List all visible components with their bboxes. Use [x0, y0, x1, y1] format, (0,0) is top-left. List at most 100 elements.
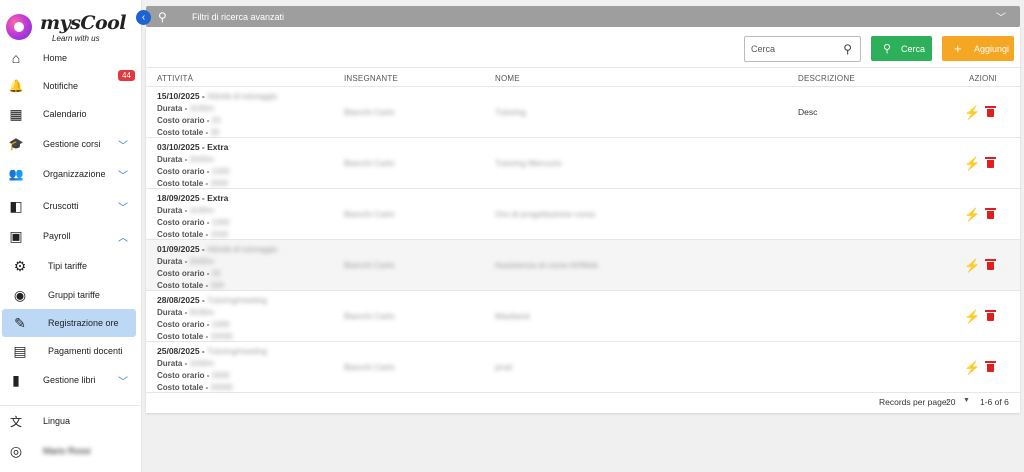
pagination-range: 1-6 of 6: [980, 397, 1009, 407]
column-header-teacher[interactable]: INSEGNANTE: [344, 74, 398, 83]
bolt-icon[interactable]: ⚡: [964, 207, 980, 223]
trash-icon[interactable]: [985, 310, 996, 321]
hourly-cost-value: 1000: [211, 218, 230, 227]
column-header-activity[interactable]: ATTIVITÀ: [157, 74, 193, 83]
sidebar-item-registrazione-ore[interactable]: ✎ Registrazione ore: [2, 309, 136, 337]
chevron-down-icon: ﹀: [118, 170, 128, 182]
sidebar-item-label: Registrazione ore: [48, 318, 119, 328]
sidebar-item-payroll[interactable]: ▣ Payroll ︿: [0, 222, 140, 250]
activity-cell: 28/08/2025 - Tutoring/meeting Durata - 0…: [157, 294, 267, 343]
sidebar: mysCool Learn with us ⌂ Home 🔔 Notifiche…: [0, 0, 142, 472]
bell-icon: 🔔: [8, 79, 24, 93]
total-cost-label: Costo totale -: [157, 332, 211, 341]
sidebar-item-label: Cruscotti: [43, 201, 79, 211]
hourly-cost-label: Costo orario -: [157, 371, 212, 380]
advanced-filters-bar[interactable]: ⚲ Filtri di ricerca avanzati ﹀: [146, 6, 1020, 27]
notification-badge: 44: [118, 70, 135, 81]
trash-icon[interactable]: [985, 208, 996, 219]
sidebar-item-label: Calendario: [43, 109, 87, 119]
chevron-down-icon: ﹀: [996, 13, 1006, 24]
duration-value: 0h30m: [189, 308, 214, 317]
name-cell: Tutoring: [495, 107, 526, 117]
bolt-icon[interactable]: ⚡: [964, 105, 980, 121]
total-cost-label: Costo totale -: [157, 281, 211, 290]
dashboard-icon: ◧: [9, 197, 23, 214]
group-circle-icon: ◉: [13, 286, 27, 303]
sidebar-item-gruppi-tariffe[interactable]: ◉ Gruppi tariffe: [0, 281, 140, 309]
app-logo[interactable]: mysCool Learn with us: [4, 10, 136, 46]
trash-icon[interactable]: [985, 361, 996, 372]
activity-type: Attività di tutoraggio: [207, 245, 278, 254]
total-cost-value: 2000: [210, 179, 229, 188]
add-button[interactable]: + Aggiungi: [942, 36, 1014, 61]
sidebar-item-label: Payroll: [43, 231, 71, 241]
duration-label: Durata -: [157, 206, 190, 215]
logo-text: mysCool: [40, 12, 127, 34]
activity-cell: 15/10/2025 - Attività di tutoraggio Dura…: [157, 90, 277, 139]
description-cell: Desc: [798, 107, 818, 117]
column-header-actions: AZIONI: [969, 74, 997, 83]
sidebar-item-label: Gestione corsi: [43, 139, 101, 149]
name-cell: Ore di progettazione corso: [495, 209, 596, 219]
duration-label: Durata -: [157, 104, 190, 113]
sidebar-divider: [0, 405, 140, 406]
hourly-cost-label: Costo orario -: [157, 218, 212, 227]
sidebar-item-gestione-corsi[interactable]: 🎓 Gestione corsi ﹀: [0, 130, 140, 158]
table-row[interactable]: 15/10/2025 - Attività di tutoraggio Dura…: [146, 87, 1020, 138]
bolt-icon[interactable]: ⚡: [964, 258, 980, 274]
table-row[interactable]: 03/10/2025 - Extra Durata - 2h00m Costo …: [146, 138, 1020, 189]
search-box[interactable]: ⚲: [744, 36, 861, 62]
search-icon: ⚲: [158, 9, 167, 24]
sidebar-item-notifiche[interactable]: 🔔 Notifiche 44: [0, 70, 140, 100]
sidebar-item-tipi-tariffe[interactable]: ⚙ Tipi tariffe: [0, 252, 140, 280]
duration-value: 1h30m: [189, 104, 214, 113]
sidebar-item-calendario[interactable]: ▦ Calendario: [0, 100, 140, 128]
trash-icon[interactable]: [985, 106, 996, 117]
teacher-cell: Bianchi Carlo: [344, 362, 395, 372]
wallet-icon: ▣: [9, 227, 23, 244]
hourly-cost-value: 20: [211, 269, 221, 278]
sidebar-item-label: Lingua: [43, 416, 71, 426]
teacher-cell: Bianchi Carlo: [344, 209, 395, 219]
column-header-name[interactable]: NOME: [495, 74, 520, 83]
search-button[interactable]: ⚲ Cerca: [871, 36, 932, 61]
duration-label: Durata -: [157, 308, 190, 317]
table-row[interactable]: 18/09/2025 - Extra Durata - 1h30m Costo …: [146, 189, 1020, 240]
sidebar-item-cruscotti[interactable]: ◧ Cruscotti ﹀: [0, 192, 140, 220]
records-per-page-label: Records per page:: [879, 397, 949, 407]
search-input[interactable]: [751, 42, 831, 56]
activity-date: 15/10/2025 -: [157, 91, 208, 101]
trash-icon[interactable]: [985, 157, 996, 168]
trash-icon[interactable]: [985, 259, 996, 270]
search-icon: ⚲: [883, 43, 892, 55]
table-row[interactable]: 01/09/2025 - Attività di tutoraggio Dura…: [146, 240, 1020, 291]
sidebar-item-organizzazione[interactable]: 👥 Organizzazione ﹀: [0, 160, 140, 188]
records-per-page-select[interactable]: 20: [946, 397, 955, 407]
activity-type: Tutoring/meeting: [207, 347, 267, 356]
bolt-icon[interactable]: ⚡: [964, 156, 980, 172]
sidebar-item-account[interactable]: ◎ Mario Rossi: [0, 437, 140, 465]
duration-value: 2h00m: [189, 257, 214, 266]
sidebar-item-label: Organizzazione: [43, 169, 106, 179]
edit-note-icon: ✎: [14, 314, 26, 331]
payments-icon: ▤: [13, 342, 27, 359]
caret-down-icon[interactable]: ▼: [963, 397, 970, 404]
sidebar-item-label: Notifiche: [43, 81, 79, 91]
column-header-description[interactable]: DESCRIZIONE: [798, 74, 855, 83]
sidebar-item-home[interactable]: ⌂ Home: [0, 44, 140, 72]
sidebar-item-gestione-libri[interactable]: ▮ Gestione libri ﹀: [0, 366, 140, 394]
activity-type: Attività di tutoraggio: [207, 92, 278, 101]
bolt-icon[interactable]: ⚡: [964, 360, 980, 376]
activity-cell: 18/09/2025 - Extra Durata - 1h30m Costo …: [157, 192, 229, 241]
activity-date: 03/10/2025 - Extra: [157, 142, 229, 152]
collapse-sidebar-button[interactable]: ‹: [136, 10, 151, 25]
table-row[interactable]: 25/08/2025 - Tutoring/meeting Durata - 1…: [146, 342, 1020, 393]
total-cost-value: 20000: [210, 383, 233, 392]
table-row[interactable]: 28/08/2025 - Tutoring/meeting Durata - 0…: [146, 291, 1020, 342]
sidebar-item-lingua[interactable]: 文 Lingua: [0, 407, 140, 435]
teacher-cell: Bianchi Carlo: [344, 260, 395, 270]
search-icon: ⚲: [843, 42, 852, 56]
sidebar-item-pagamenti-docenti[interactable]: ▤ Pagamenti docenti: [0, 337, 140, 365]
hourly-cost-label: Costo orario -: [157, 320, 212, 329]
bolt-icon[interactable]: ⚡: [964, 309, 980, 325]
